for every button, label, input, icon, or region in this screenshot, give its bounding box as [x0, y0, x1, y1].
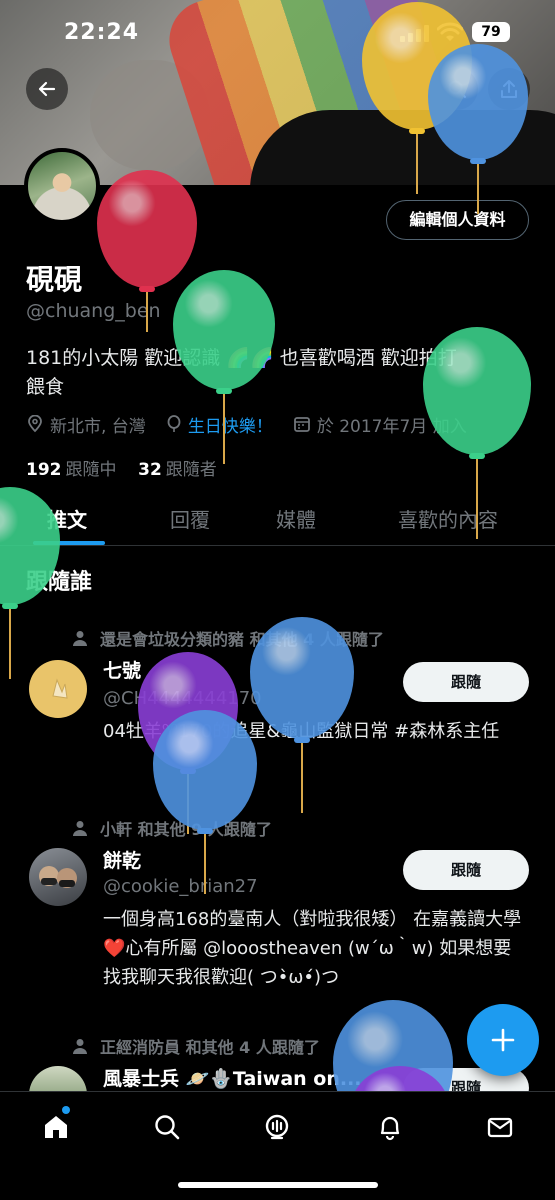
- following-count: 192: [26, 460, 62, 480]
- location-text: 新北市, 台灣: [50, 416, 146, 437]
- nav-notifications[interactable]: [373, 1110, 407, 1144]
- bottom-nav: [0, 1091, 555, 1200]
- display-name: 硯硯: [26, 263, 83, 296]
- person-icon: [73, 1039, 87, 1054]
- compose-button[interactable]: [467, 1004, 539, 1076]
- bell-icon: [380, 1116, 400, 1141]
- location-item: 新北市, 台灣: [26, 412, 146, 437]
- mail-icon: [487, 1117, 513, 1138]
- user-bio: 一個身高168的臺南人（對啦我很矮） 在嘉義讀大學 ❤️心有所屬 @looost…: [103, 909, 522, 988]
- balloon: [428, 44, 528, 218]
- spaces-icon: [265, 1114, 289, 1140]
- profile-avatar[interactable]: [24, 148, 100, 224]
- avatar-photo: [39, 866, 77, 888]
- notification-dot: [62, 1106, 70, 1114]
- home-indicator: [178, 1182, 378, 1188]
- balloon: [153, 710, 257, 898]
- person-icon: [73, 631, 87, 646]
- user-name[interactable]: 風暴士兵 🪐🪬Taiwan on...: [103, 1064, 362, 1091]
- balloon: [250, 617, 354, 817]
- user-name[interactable]: 餅乾: [103, 846, 141, 873]
- calendar-icon: [293, 417, 310, 432]
- nav-messages[interactable]: [483, 1110, 517, 1144]
- follow-button[interactable]: 跟隨: [403, 662, 529, 702]
- tab-media[interactable]: 媒體: [276, 504, 316, 533]
- nav-spaces[interactable]: [260, 1110, 294, 1144]
- user-name[interactable]: 七號: [103, 656, 141, 683]
- tab-replies[interactable]: 回覆: [170, 504, 210, 533]
- social-context-text: 正經消防員 和其他 4 人跟隨了: [100, 1038, 320, 1057]
- location-icon: [28, 415, 42, 433]
- balloon: [0, 487, 60, 683]
- compose-plus-icon: [491, 1028, 515, 1052]
- back-arrow-icon: [38, 81, 56, 97]
- home-icon: [45, 1116, 67, 1138]
- user-avatar[interactable]: [29, 848, 87, 906]
- nav-explore[interactable]: [150, 1110, 184, 1144]
- back-button[interactable]: [26, 68, 68, 110]
- followers-count: 32: [138, 460, 162, 480]
- balloon: [173, 270, 275, 468]
- balloon: [423, 327, 531, 543]
- follow-button[interactable]: 跟隨: [403, 850, 529, 890]
- status-time: 22:24: [64, 20, 140, 45]
- nav-home[interactable]: [39, 1110, 73, 1144]
- social-context: 正經消防員 和其他 4 人跟隨了: [72, 1034, 320, 1058]
- battery-indicator: 79: [472, 22, 510, 42]
- following-link[interactable]: 192 跟隨中: [26, 460, 117, 480]
- explore-icon: [155, 1115, 180, 1140]
- following-label: 跟隨中: [65, 460, 117, 480]
- person-icon: [73, 821, 87, 836]
